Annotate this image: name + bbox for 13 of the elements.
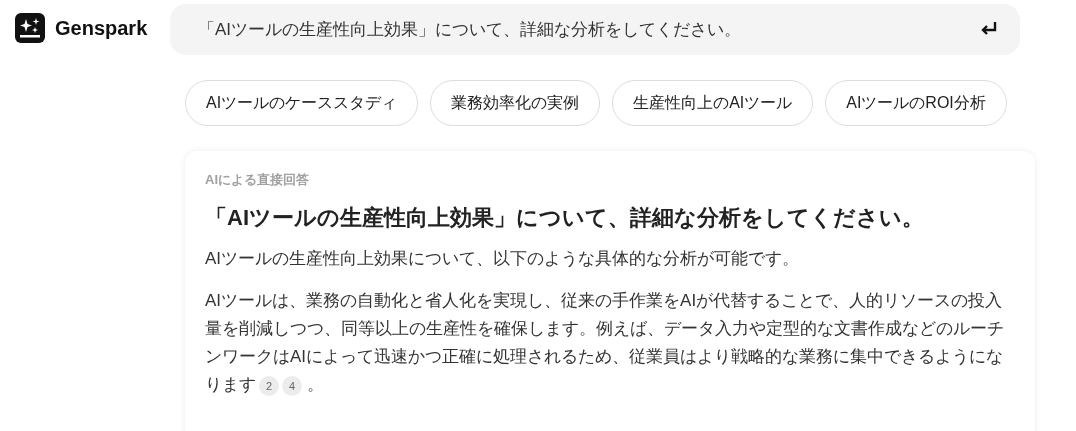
logo-icon xyxy=(15,13,45,43)
search-field[interactable]: 「AIツールの生産性向上効果」について、詳細な分析をしてください。 xyxy=(170,3,1020,55)
brand-name: Genspark xyxy=(55,16,148,40)
answer-title: 「AIツールの生産性向上効果」について、詳細な分析をしてください。 xyxy=(205,204,925,232)
answer-paragraph: AIツールの生産性向上効果について、以下のような具体的な分析が可能です。 xyxy=(205,248,801,270)
citation-link[interactable]: 4 xyxy=(282,375,302,396)
suggestion-chip[interactable]: 生産性向上のAIツール xyxy=(612,80,814,126)
answer-label: AIによる直接回答 xyxy=(205,171,310,189)
suggestion-chip[interactable]: AIツールのROI分析 xyxy=(825,80,1007,126)
answer-paragraph: AIツールは、業務の自動化と省人化を実現し、従来の手作業をAIが代替することで、人的リソースの投入量を削減しつつ、同等以上の生産性を確保します。例えば、データ入力や定型的な文書作成などのルーチンワークはAIによって迅速かつ正確に処理されるため、従業員はより戦略的な業務に集中できるようになります 2 4 。 xyxy=(205,290,1005,398)
suggestion-chip[interactable]: 業務効率化の実例 xyxy=(430,80,601,126)
suggestion-chip[interactable]: AIツールのケーススタディ xyxy=(185,80,419,126)
citation-link[interactable]: 2 xyxy=(259,375,279,396)
